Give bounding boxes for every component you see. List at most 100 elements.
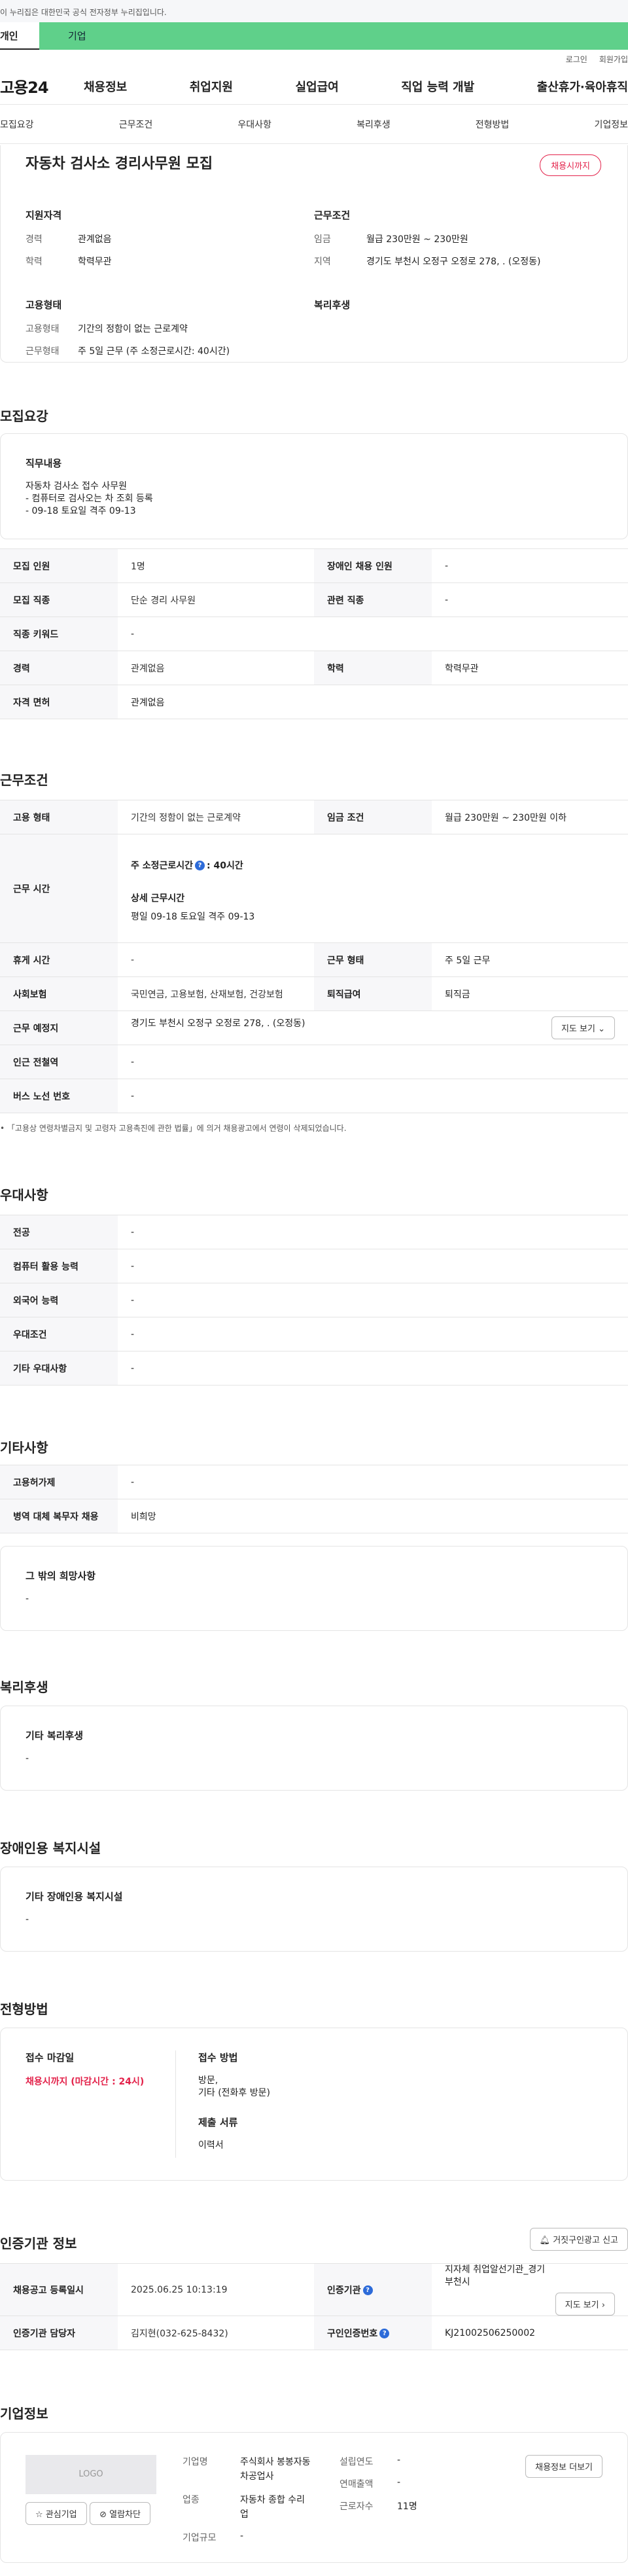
recruit-title: 모집요강 bbox=[0, 408, 48, 424]
info-icon[interactable]: ? bbox=[379, 2329, 390, 2338]
site-logo[interactable]: 고용24 bbox=[0, 75, 84, 98]
emp-title: 고용형태 bbox=[26, 299, 62, 311]
table-row: 직종 키워드 - bbox=[0, 617, 628, 651]
info-icon[interactable]: ? bbox=[195, 861, 205, 870]
gnb-training[interactable]: 직업 능력 개발 bbox=[401, 78, 474, 95]
info-icon[interactable]: ? bbox=[362, 2285, 373, 2295]
anchor-tabs: 모집요강 근무조건 우대사항 복리후생 전형방법 기업정보 bbox=[0, 105, 628, 144]
disabled-box-wrap: 기타 장애인용 복지시설 - bbox=[0, 1867, 628, 1952]
cell-value: 학력무관 bbox=[432, 651, 628, 685]
cell-label: 인증기관? bbox=[314, 2263, 432, 2316]
anchor-work[interactable]: 근무조건 bbox=[119, 118, 153, 131]
gnb-unemployment[interactable]: 실업급여 bbox=[296, 78, 339, 95]
cell-label: 고용허가제 bbox=[0, 1465, 118, 1499]
table-row: 휴게 시간 - 근무 형태 주 5일 근무 bbox=[0, 942, 628, 977]
more-jobs-button[interactable]: 채용정보 더보기 bbox=[525, 2455, 602, 2478]
work-table: 고용 형태 기간의 정함이 없는 근로계약 임금 조건 월급 230만원 ~ 230… bbox=[0, 800, 628, 1113]
star-icon: ☆ bbox=[35, 2510, 43, 2520]
anchor-company[interactable]: 기업정보 bbox=[594, 118, 628, 131]
cell-value: 월급 230만원 ~ 230만원 이하 bbox=[432, 800, 628, 834]
map-button-label: 지도 보기 bbox=[561, 1024, 595, 1034]
cell-label: 전공 bbox=[0, 1215, 118, 1249]
sales-value: - bbox=[397, 2477, 401, 2488]
table-row: 사회보험 국민연금, 고용보험, 산재보험, 건강보험 퇴직급여 퇴직금 bbox=[0, 976, 628, 1011]
cell-label: 병역 대체 복무자 채용 bbox=[0, 1499, 118, 1533]
method-col: 접수 방법 방문, 기타 (전화후 방문) 제출 서류 이력서 bbox=[198, 2050, 270, 2158]
pref-table-wrap: 전공 - 컴퓨터 활용 능력 - 외국어 능력 - 우대조건 - 기타 우대사항 - bbox=[0, 1215, 628, 1386]
gnb-support[interactable]: 취업지원 bbox=[190, 78, 233, 95]
est-value: - bbox=[397, 2455, 401, 2465]
cell-label: 외국어 능력 bbox=[0, 1283, 118, 1317]
cell-label: 임금 조건 bbox=[314, 800, 432, 834]
cell-label: 우대조건 bbox=[0, 1317, 118, 1351]
tab-company[interactable]: 기업 bbox=[39, 22, 628, 50]
cell-label: 채용공고 등록일시 bbox=[0, 2263, 118, 2316]
cell-label: 자격 면허 bbox=[0, 685, 118, 719]
etc-title: 기타사항 bbox=[0, 1440, 48, 1456]
cell-label: 경력 bbox=[0, 651, 118, 685]
agency-map-label: 지도 보기 bbox=[565, 2300, 599, 2310]
gnb-jobs[interactable]: 채용정보 bbox=[84, 78, 127, 95]
join-link[interactable]: 회원가입 bbox=[599, 55, 628, 64]
gnb-leave[interactable]: 출산휴가·육아휴직 bbox=[537, 78, 628, 95]
disabled-box-title: 기타 장애인용 복지시설 bbox=[26, 1891, 123, 1903]
table-row: 고용허가제 - bbox=[0, 1465, 628, 1499]
login-link[interactable]: 로그인 bbox=[566, 55, 587, 64]
cell-label: 학력 bbox=[314, 651, 432, 685]
welfare-section-title: 복리후생 bbox=[0, 1679, 48, 1695]
map-button[interactable]: 지도 보기 ⌄ bbox=[551, 1016, 615, 1039]
agency-org-value: 지자체 취업알선기관_경기 부천시 bbox=[445, 2264, 546, 2287]
table-row: 외국어 능력 - bbox=[0, 1283, 628, 1317]
agency-section: 인증기관 정보 🔔︎ 거짓구인광고 신고 bbox=[0, 2228, 628, 2252]
work-label: 근무형태 bbox=[26, 346, 60, 357]
company-box-wrap: LOGO ☆ 관심기업 ⊘ 열람차단 기업명 주식회사 봉봉자동차공업사 업종 자동… bbox=[0, 2432, 628, 2563]
agency-org-label: 인증기관 bbox=[327, 2285, 361, 2296]
bell-icon: 🔔︎ bbox=[539, 2236, 551, 2245]
cell-value: - bbox=[118, 1317, 628, 1351]
summary-section: 자동차 검사소 경리사무원 모집 채용시까지 지원자격 경력 관계없음 학력 학력무… bbox=[0, 145, 628, 363]
table-row: 기타 우대사항 - bbox=[0, 1351, 628, 1386]
block-button[interactable]: ⊘ 열람차단 bbox=[90, 2502, 150, 2525]
recruit-section: 모집요강 bbox=[0, 406, 628, 425]
cell-label: 퇴직급여 bbox=[314, 976, 432, 1011]
table-row: 근무 예정지 경기도 부천시 오정구 오정로 278, . (오정동) 지도 보… bbox=[0, 1011, 628, 1045]
cell-value: 1명 bbox=[118, 548, 314, 583]
anchor-pref[interactable]: 우대사항 bbox=[237, 118, 271, 131]
cell-value: 지자체 취업알선기관_경기 부천시 지도 보기 › bbox=[432, 2263, 628, 2316]
report-button-label: 거짓구인광고 신고 bbox=[553, 2236, 618, 2245]
table-row: 우대조건 - bbox=[0, 1317, 628, 1351]
anchor-recruit[interactable]: 모집요강 bbox=[0, 118, 34, 131]
work-title: 근무조건 bbox=[0, 772, 48, 788]
table-row: 자격 면허 관계없음 bbox=[0, 685, 628, 719]
tab-person[interactable]: 개인 bbox=[0, 22, 39, 50]
deadline-value: 채용시까지 (마감시간 : 24시) bbox=[26, 2077, 145, 2087]
report-button[interactable]: 🔔︎ 거짓구인광고 신고 bbox=[529, 2228, 628, 2251]
anchor-selection[interactable]: 전형방법 bbox=[476, 118, 510, 131]
welfare-section: 복리후생 bbox=[0, 1677, 628, 1696]
anchor-welfare[interactable]: 복리후생 bbox=[357, 118, 391, 131]
cell-label: 근무 시간 bbox=[0, 834, 118, 943]
cell-label: 컴퓨터 활용 능력 bbox=[0, 1249, 118, 1283]
company-section: 기업정보 bbox=[0, 2403, 628, 2422]
favorite-button[interactable]: ☆ 관심기업 bbox=[26, 2502, 87, 2525]
company-title: 기업정보 bbox=[0, 2406, 48, 2422]
etc-table: 고용허가제 - 병역 대체 복무자 채용 비희망 bbox=[0, 1465, 628, 1533]
disabled-section: 장애인용 복지시설 bbox=[0, 1838, 628, 1857]
company-box: LOGO ☆ 관심기업 ⊘ 열람차단 기업명 주식회사 봉봉자동차공업사 업종 자동… bbox=[0, 2432, 628, 2563]
sales-label: 연매출액 bbox=[340, 2479, 374, 2490]
cell-label: 버스 노선 번호 bbox=[0, 1079, 118, 1113]
edu-value: 학력무관 bbox=[78, 257, 112, 267]
method-title: 접수 방법 bbox=[198, 2052, 238, 2064]
cell-label: 직종 키워드 bbox=[0, 617, 118, 651]
deadline-title: 접수 마감일 bbox=[26, 2052, 75, 2064]
wage-label: 임금 bbox=[314, 234, 331, 245]
cell-label: 근무 형태 bbox=[314, 942, 432, 977]
pref-table: 전공 - 컴퓨터 활용 능력 - 외국어 능력 - 우대조건 - 기타 우대사항 - bbox=[0, 1215, 628, 1386]
emp-label: 고용형태 bbox=[26, 324, 60, 334]
disabled-box-body: - bbox=[26, 1914, 29, 1925]
company-name-label: 기업명 bbox=[183, 2457, 208, 2467]
age-note-text: 「고용상 연령차별금지 및 고령자 고용촉진에 관한 법률」에 의거 채용광고에… bbox=[7, 1124, 347, 1133]
agency-no-label: 구인인증번호 bbox=[327, 2328, 378, 2339]
agency-map-button[interactable]: 지도 보기 › bbox=[555, 2293, 615, 2316]
size-label: 기업규모 bbox=[183, 2533, 217, 2543]
